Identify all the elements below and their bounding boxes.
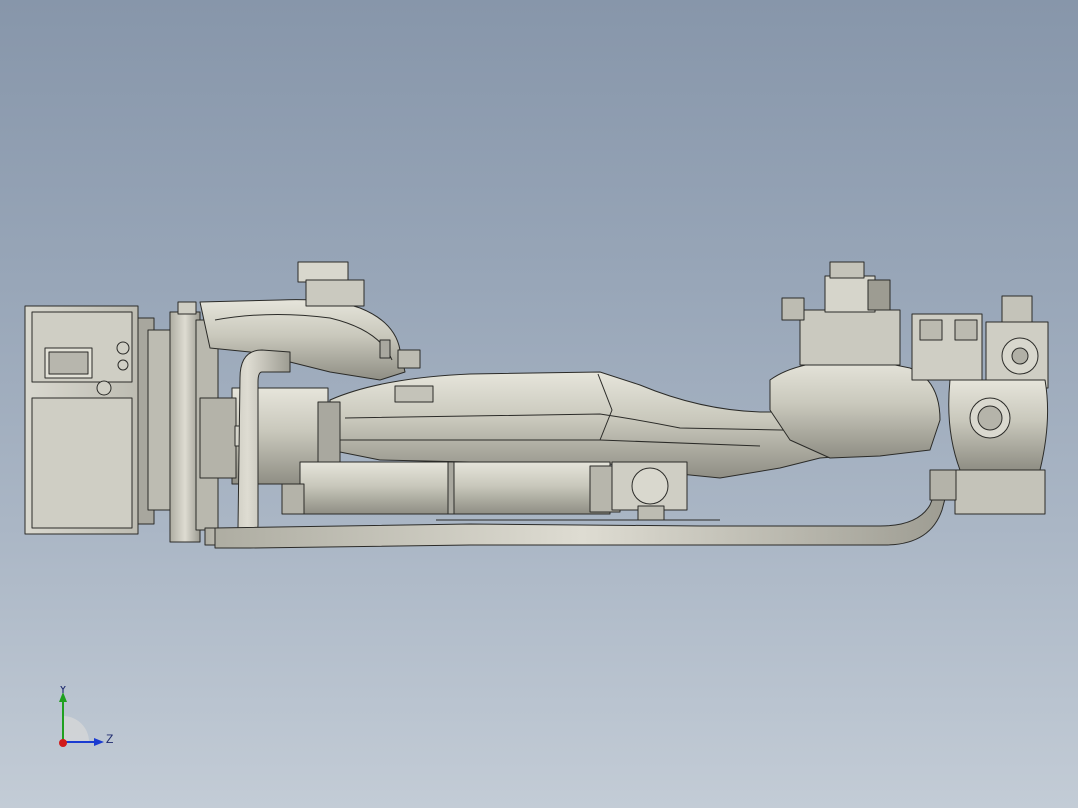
robot-arm-model[interactable]	[0, 0, 1078, 808]
x-axis-icon	[59, 739, 67, 747]
shoulder-housing	[199, 261, 421, 381]
lower-actuator	[281, 461, 688, 521]
graphics-viewport[interactable]: Y Z	[0, 0, 1078, 808]
y-axis-label: Y	[59, 686, 67, 696]
z-axis-arrow-icon	[94, 738, 104, 746]
control-cabinet	[24, 305, 171, 535]
z-axis-label: Z	[106, 732, 113, 746]
orientation-triad[interactable]: Y Z	[50, 686, 120, 756]
